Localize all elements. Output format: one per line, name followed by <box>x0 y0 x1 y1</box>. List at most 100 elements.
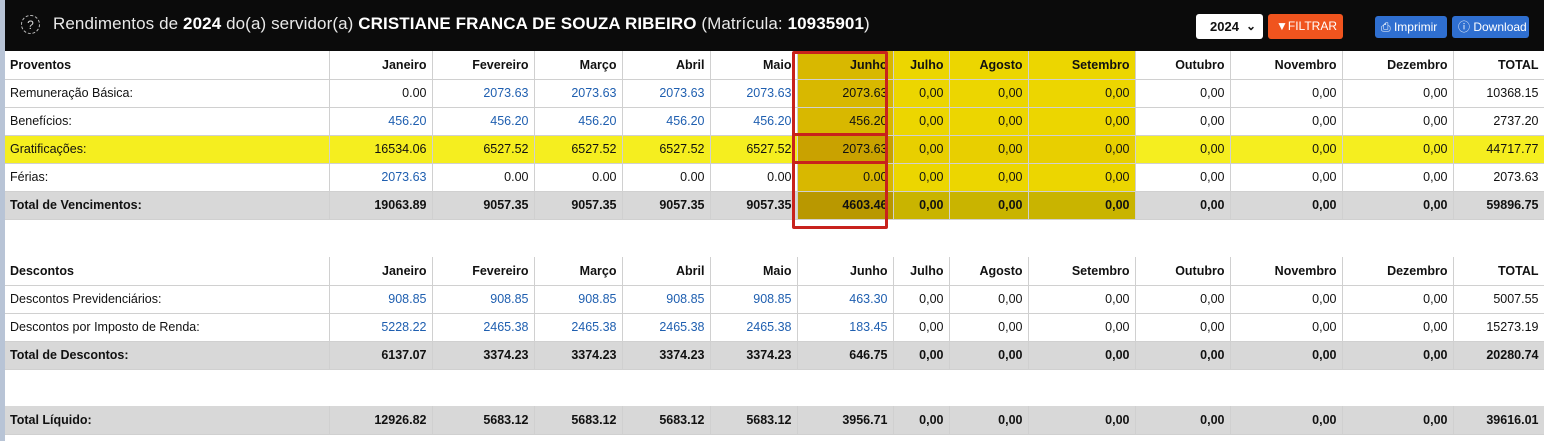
value-cell: 0,00 <box>1028 163 1136 192</box>
value-cell: 39616.01 <box>1453 406 1544 435</box>
value-cell: 0,00 <box>1230 107 1343 136</box>
value-cell: 5683.12 <box>710 406 798 435</box>
row-label: Remuneração Básica: <box>5 79 330 108</box>
value-cell: 0,00 <box>1028 191 1136 220</box>
value-cell: 9057.35 <box>432 191 535 220</box>
printer-icon: ⎙ <box>1381 20 1394 34</box>
month-header: TOTAL <box>1453 51 1544 80</box>
value-cell[interactable]: 2073.63 <box>432 79 535 108</box>
value-cell[interactable]: 908.85 <box>710 285 798 314</box>
value-cell[interactable]: 456.20 <box>710 107 798 136</box>
value-cell[interactable]: 2465.38 <box>432 313 535 342</box>
table-row: Descontos por Imposto de Renda: 5228.22 24… <box>5 313 1544 342</box>
value-cell[interactable]: 2465.38 <box>622 313 711 342</box>
value-cell[interactable]: 456.20 <box>329 107 433 136</box>
month-header: Maio <box>710 51 798 80</box>
value-cell[interactable]: 456.20 <box>622 107 711 136</box>
month-header: Março <box>534 257 623 286</box>
value-cell[interactable]: 2073.63 <box>534 79 623 108</box>
value-cell: 0,00 <box>949 341 1029 370</box>
value-cell: 5683.12 <box>534 406 623 435</box>
value-cell: 0.00 <box>534 163 623 192</box>
month-header: Outubro <box>1135 257 1231 286</box>
month-header: Julho <box>893 257 950 286</box>
value-cell: 9057.35 <box>534 191 623 220</box>
value-cell: 0,00 <box>893 135 950 164</box>
row-label: Descontos por Imposto de Renda: <box>5 313 330 342</box>
value-cell[interactable]: 2465.38 <box>710 313 798 342</box>
month-header: Novembro <box>1230 257 1343 286</box>
value-cell: 0,00 <box>949 135 1029 164</box>
value-cell: 20280.74 <box>1453 341 1544 370</box>
value-cell: 9057.35 <box>710 191 798 220</box>
print-button[interactable]: ⎙ Imprimir <box>1375 16 1447 38</box>
value-cell[interactable]: 456.20 <box>432 107 535 136</box>
value-cell: 0,00 <box>893 341 950 370</box>
value-cell: 0,00 <box>949 79 1029 108</box>
row-label: Férias: <box>5 163 330 192</box>
year-select[interactable]: 2024 ⌄ <box>1196 14 1263 39</box>
month-header: Janeiro <box>329 257 433 286</box>
filter-button[interactable]: ▼FILTRAR <box>1268 14 1343 39</box>
value-cell: 0,00 <box>949 406 1029 435</box>
value-cell: 0,00 <box>1230 406 1343 435</box>
value-cell[interactable]: 908.85 <box>432 285 535 314</box>
value-cell: 0,00 <box>1230 341 1343 370</box>
value-cell: 0,00 <box>1342 79 1454 108</box>
value-cell[interactable]: 908.85 <box>622 285 711 314</box>
month-header: Abril <box>622 257 711 286</box>
value-cell: 0.00 <box>329 79 433 108</box>
row-label: Benefícios: <box>5 107 330 136</box>
value-cell: 0,00 <box>1135 313 1231 342</box>
value-cell[interactable]: 2465.38 <box>534 313 623 342</box>
value-cell: 0,00 <box>949 313 1029 342</box>
row-label: Descontos Previdenciários: <box>5 285 330 314</box>
value-cell[interactable]: 908.85 <box>534 285 623 314</box>
table-row: Gratificações: 16534.06 6527.52 6527.52 6527… <box>5 135 1544 164</box>
value-cell: 5683.12 <box>432 406 535 435</box>
value-cell: 0,00 <box>1342 191 1454 220</box>
value-cell[interactable]: 2073.63 <box>710 79 798 108</box>
value-cell: 0,00 <box>893 107 950 136</box>
chevron-down-icon: ⌄ <box>1245 19 1256 33</box>
value-cell: 646.75 <box>797 341 894 370</box>
help-icon[interactable]: ? <box>21 15 40 34</box>
value-cell: 15273.19 <box>1453 313 1544 342</box>
value-cell: 6527.52 <box>534 135 623 164</box>
month-header: Outubro <box>1135 51 1231 80</box>
value-cell[interactable]: 2073.63 <box>329 163 433 192</box>
table-row: Benefícios: 456.20 456.20 456.20 456.20 456.2… <box>5 107 1544 136</box>
value-cell: 0,00 <box>1135 191 1231 220</box>
value-cell[interactable]: 5228.22 <box>329 313 433 342</box>
value-cell: 9057.35 <box>622 191 711 220</box>
descontos-table: Descontos Janeiro Fevereiro Março Abril Maio J… <box>5 257 1544 370</box>
total-row: Total de Descontos: 6137.07 3374.23 3374.23… <box>5 341 1544 370</box>
value-cell[interactable]: 183.45 <box>797 313 894 342</box>
proventos-header-row: Proventos Janeiro Fevereiro Março Abril Maio J… <box>5 51 1544 80</box>
value-cell[interactable]: 2073.63 <box>622 79 711 108</box>
month-header: Dezembro <box>1342 257 1454 286</box>
value-cell[interactable]: 908.85 <box>329 285 433 314</box>
value-cell: 0,00 <box>893 163 950 192</box>
value-cell: 0,00 <box>1230 79 1343 108</box>
value-cell: 0,00 <box>1342 107 1454 136</box>
liquido-table: Total Líquido: 12926.82 5683.12 5683.12 5683… <box>5 406 1544 435</box>
value-cell: 5007.55 <box>1453 285 1544 314</box>
value-cell: 10368.15 <box>1453 79 1544 108</box>
value-cell: 0,00 <box>949 107 1029 136</box>
download-button[interactable]: ⓘ Download <box>1452 16 1529 38</box>
value-cell: 0,00 <box>893 313 950 342</box>
value-cell: 0,00 <box>1342 135 1454 164</box>
proventos-table: Proventos Janeiro Fevereiro Março Abril Maio J… <box>5 51 1544 220</box>
row-label: Total Líquido: <box>5 406 330 435</box>
table-row: Remuneração Básica: 0.00 2073.63 2073.63 207… <box>5 79 1544 108</box>
value-cell[interactable]: 463.30 <box>797 285 894 314</box>
value-cell: 0,00 <box>1135 163 1231 192</box>
value-cell: 0,00 <box>1028 313 1136 342</box>
page-title: Rendimentos de 2024 do(a) servidor(a) CR… <box>53 14 870 33</box>
value-cell[interactable]: 456.20 <box>534 107 623 136</box>
month-header: Setembro <box>1028 51 1136 80</box>
value-cell: 0,00 <box>1230 135 1343 164</box>
value-cell: 3374.23 <box>622 341 711 370</box>
value-cell: 0.00 <box>710 163 798 192</box>
